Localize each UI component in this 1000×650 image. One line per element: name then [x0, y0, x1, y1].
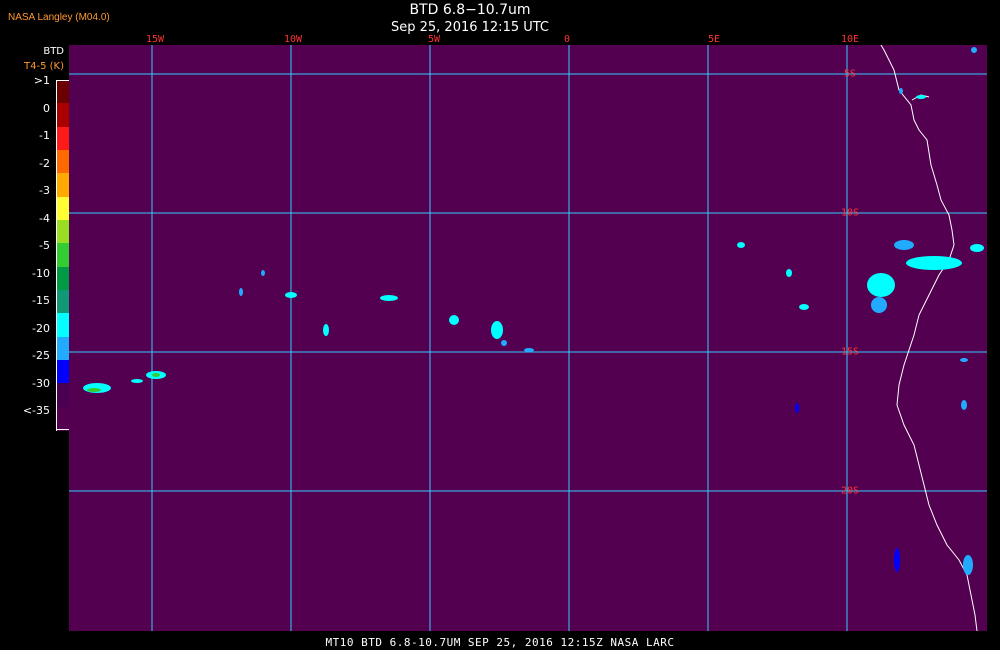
legend-tick-label: 0 [43, 101, 50, 115]
cloud-patch [152, 373, 160, 377]
lon-label-15w: 15W [145, 34, 165, 45]
cloud-patch [971, 47, 977, 53]
lat-label-15s: 15S [840, 346, 860, 358]
cloud-patch [799, 304, 809, 310]
satellite-map[interactable] [69, 45, 987, 631]
lat-label-10s: 10S [840, 207, 860, 219]
cloud-patch [970, 244, 984, 252]
legend-tick-label: -15 [32, 294, 50, 307]
cloud-patch [916, 95, 926, 99]
legend-tick-label: -25 [32, 349, 50, 362]
cloud-patch [285, 292, 297, 298]
cloud-patch [131, 379, 143, 383]
legend-title: BTD [43, 46, 64, 57]
cloud-patch [239, 288, 243, 296]
cloud-patch [906, 256, 962, 270]
cloud-patch [501, 340, 507, 346]
cloud-patch [323, 324, 329, 336]
cloud-patch [961, 400, 967, 410]
cloud-patch [737, 242, 745, 248]
cloud-patch [795, 403, 799, 413]
legend-units: T4-5 (K) [24, 61, 64, 72]
legend-tick-label: -20 [32, 321, 50, 335]
cloud-patch [524, 348, 534, 352]
graticule [69, 45, 987, 631]
cloud-patch [449, 315, 459, 325]
cloud-patch [871, 297, 887, 313]
lon-label-5e: 5E [707, 34, 721, 45]
image-title: BTD 6.8−10.7um [409, 2, 531, 18]
lat-label-20s: 20S [840, 485, 860, 497]
image-timestamp: Sep 25, 2016 12:15 UTC [390, 20, 550, 35]
legend-tick-label: -3 [39, 184, 50, 197]
cloud-patch [261, 270, 265, 276]
legend-tick-label: -1 [39, 129, 50, 142]
legend-tick-label: -2 [39, 156, 50, 170]
legend-tick-label: -10 [32, 266, 50, 280]
legend-tick-label: -5 [39, 239, 50, 252]
cloud-patch [963, 555, 973, 575]
cloud-patch [380, 295, 398, 301]
cloud-patch [786, 269, 792, 277]
legend-tick-label: -30 [32, 376, 50, 390]
african-coastline [880, 45, 978, 631]
lat-label-5s: 5S [843, 68, 857, 80]
lon-label-10e: 10E [840, 34, 860, 45]
lon-label-5w: 5W [427, 34, 441, 45]
cloud-patch [899, 88, 903, 94]
cloud-patch [87, 388, 101, 392]
legend-tick-label: -4 [39, 211, 50, 225]
cloud-patch [894, 240, 914, 250]
cloud-patch [894, 548, 900, 572]
legend-tick-label: <-35 [22, 404, 50, 417]
cloud-patch [960, 358, 968, 362]
legend-tick-label: >1 [33, 74, 50, 87]
cloud-patch [867, 273, 895, 297]
map-overlay [69, 45, 987, 631]
cloud-patch [491, 321, 503, 339]
lon-label-10w: 10W [283, 34, 303, 45]
footer-caption: MT10 BTD 6.8-10.7UM SEP 25, 2016 12:15Z … [325, 636, 675, 649]
lon-label-0: 0 [563, 34, 571, 45]
